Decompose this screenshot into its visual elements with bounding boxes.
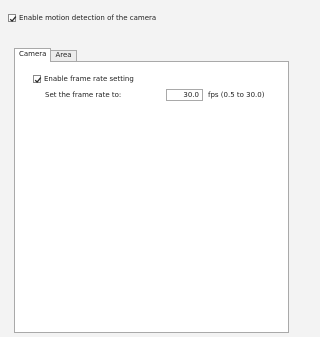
tab-strip: Camera Area	[14, 48, 77, 62]
set-frame-rate-label: Set the frame rate to:	[45, 91, 122, 99]
settings-page: Enable motion detection of the camera Ca…	[0, 0, 294, 337]
frame-rate-range-label: fps (0.5 to 30.0)	[208, 91, 265, 99]
frame-rate-input[interactable]: 30.0	[166, 89, 203, 101]
check-icon	[34, 77, 42, 83]
frame-rate-setting-label: Enable frame rate setting	[44, 75, 134, 83]
check-icon	[9, 16, 17, 22]
motion-detection-row[interactable]: Enable motion detection of the camera	[8, 13, 156, 23]
camera-tab-panel: Enable frame rate setting Set the frame …	[14, 61, 289, 333]
tab-area[interactable]: Area	[50, 50, 77, 61]
motion-detection-label: Enable motion detection of the camera	[19, 14, 157, 22]
frame-rate-setting-row[interactable]: Enable frame rate setting	[33, 74, 134, 84]
frame-rate-checkbox[interactable]	[33, 75, 42, 83]
tab-camera[interactable]: Camera	[14, 48, 52, 62]
motion-detection-checkbox[interactable]	[8, 14, 17, 22]
